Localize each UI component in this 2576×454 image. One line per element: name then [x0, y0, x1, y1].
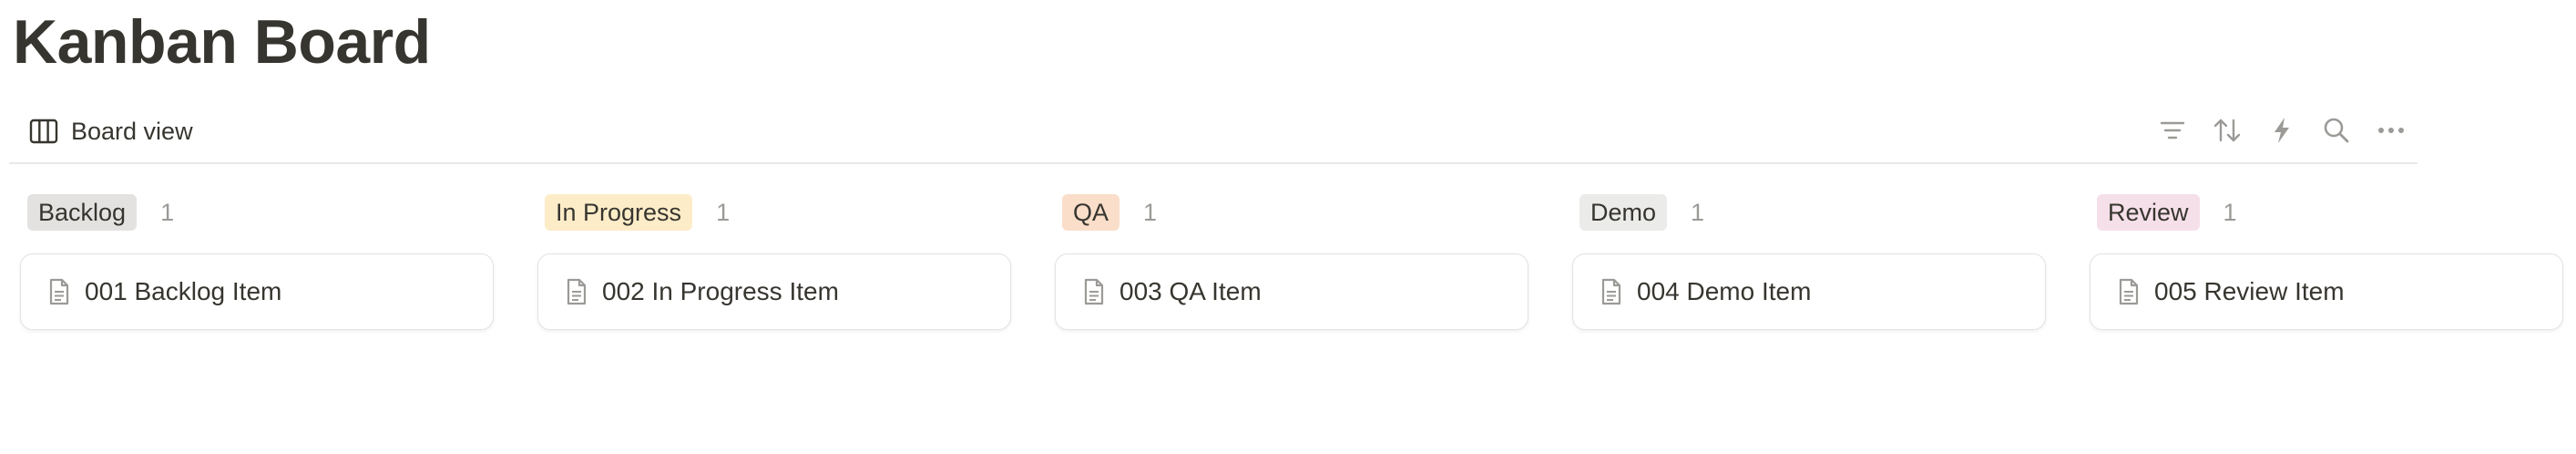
column-count: 1	[2223, 198, 2237, 226]
status-tag: In Progress	[545, 194, 693, 231]
column-count: 1	[716, 198, 731, 226]
page-icon	[566, 278, 588, 305]
automation-button[interactable]	[2264, 113, 2299, 148]
filter-button[interactable]	[2155, 113, 2190, 148]
automation-icon	[2272, 117, 2292, 144]
column-header[interactable]: Demo 1	[1572, 188, 2048, 237]
database-toolbar: Board view	[9, 104, 2418, 164]
column-header[interactable]: Review 1	[2090, 188, 2565, 237]
search-button[interactable]	[2319, 113, 2354, 148]
page-title[interactable]: Kanban Board	[13, 2, 431, 82]
column-header[interactable]: Backlog 1	[20, 188, 496, 237]
status-tag: QA	[1062, 194, 1120, 231]
status-tag: Demo	[1579, 194, 1668, 231]
board-view-label: Board view	[71, 117, 193, 145]
board-card[interactable]: 004 Demo Item	[1572, 253, 2046, 330]
board-column: QA 1 003 QA Item	[1055, 188, 1530, 330]
board-card[interactable]: 001 Backlog Item	[20, 253, 494, 330]
kanban-page: Kanban Board Board view Backlog 1 001 Ba…	[0, 0, 2576, 454]
card-title: 005 Review Item	[2154, 277, 2345, 305]
card-title: 001 Backlog Item	[85, 277, 282, 305]
sort-button[interactable]	[2210, 113, 2244, 148]
page-icon	[1083, 278, 1105, 305]
card-title: 004 Demo Item	[1637, 277, 1812, 305]
more-button[interactable]	[2374, 113, 2408, 148]
board-column: Review 1 005 Review Item	[2090, 188, 2565, 330]
sort-icon	[2213, 118, 2242, 143]
column-header[interactable]: QA 1	[1055, 188, 1530, 237]
column-count: 1	[1143, 198, 1158, 226]
board-view-icon	[29, 119, 58, 144]
board-card[interactable]: 002 In Progress Item	[537, 253, 1011, 330]
board-column: Backlog 1 001 Backlog Item	[20, 188, 496, 330]
page-icon	[48, 278, 70, 305]
column-count: 1	[1691, 198, 1705, 226]
board-card[interactable]: 003 QA Item	[1055, 253, 1528, 330]
page-icon	[1600, 278, 1622, 305]
board-column: Demo 1 004 Demo Item	[1572, 188, 2048, 330]
toolbar-actions	[2155, 113, 2408, 148]
search-icon	[2323, 117, 2350, 144]
board-card[interactable]: 005 Review Item	[2090, 253, 2563, 330]
board-view-tab[interactable]: Board view	[22, 111, 200, 151]
status-tag: Review	[2097, 194, 2200, 231]
status-tag: Backlog	[27, 194, 138, 231]
card-title: 003 QA Item	[1119, 277, 1262, 305]
page-icon	[2118, 278, 2140, 305]
card-title: 002 In Progress Item	[602, 277, 839, 305]
more-icon	[2377, 127, 2405, 134]
column-count: 1	[160, 198, 175, 226]
filter-icon	[2160, 119, 2185, 141]
board-column: In Progress 1 002 In Progress Item	[537, 188, 1013, 330]
column-header[interactable]: In Progress 1	[537, 188, 1013, 237]
kanban-board: Backlog 1 001 Backlog Item In Progress 1…	[20, 188, 2565, 330]
